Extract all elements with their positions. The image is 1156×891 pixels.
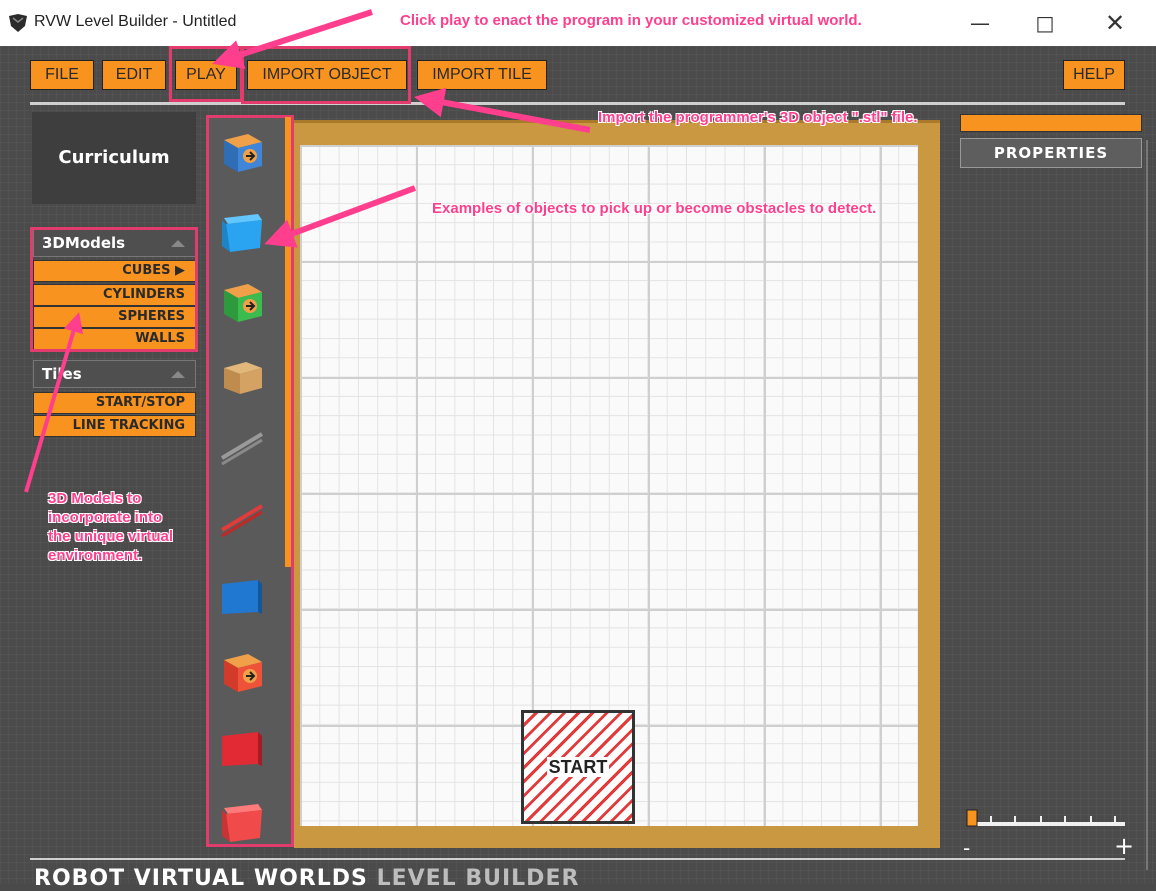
tiles-item-start-stop[interactable]: START/STOP xyxy=(33,392,196,414)
import-highlight-box xyxy=(241,46,411,104)
right-divider xyxy=(1146,140,1148,870)
play-highlight-box xyxy=(169,46,243,102)
import-tile-button[interactable]: IMPORT TILE xyxy=(417,60,547,90)
toolbar-divider xyxy=(30,102,1125,105)
brand-subtitle: LEVEL BUILDER xyxy=(376,866,580,891)
minimize-button[interactable]: — xyxy=(955,6,1005,40)
object-palette-scrollbar[interactable] xyxy=(285,117,291,567)
start-tile[interactable]: START xyxy=(521,710,635,824)
tiles-panel-header[interactable]: Tiles xyxy=(33,360,196,388)
rod-icon[interactable] xyxy=(218,494,266,542)
bin-icon[interactable] xyxy=(218,796,266,844)
annotation-play: Click play to enact the program in your … xyxy=(400,12,862,29)
zoom-out-label: - xyxy=(963,836,971,860)
zoom-in-label: + xyxy=(1114,832,1135,860)
help-button[interactable]: HELP xyxy=(1063,60,1125,90)
app-logo-icon xyxy=(9,14,27,32)
zoom-handle[interactable] xyxy=(966,809,978,827)
properties-button[interactable]: PROPERTIES xyxy=(960,138,1142,168)
annotation-models: 3D Models to incorporate into the unique… xyxy=(48,490,174,564)
rod-icon[interactable] xyxy=(218,422,266,470)
close-button[interactable]: ✕ xyxy=(1090,6,1140,40)
tiles-item-line-tracking[interactable]: LINE TRACKING xyxy=(33,415,196,437)
tiles-panel-title: Tiles xyxy=(42,365,82,383)
annotation-examples: Examples of objects to pick up or become… xyxy=(432,200,877,217)
zoom-slider[interactable] xyxy=(965,808,1127,848)
brand-name: ROBOT VIRTUAL WORLDS xyxy=(34,866,368,891)
file-menu-button[interactable]: FILE xyxy=(30,60,94,90)
edit-menu-button[interactable]: EDIT xyxy=(102,60,166,90)
wall-icon[interactable] xyxy=(218,724,266,772)
box-icon[interactable] xyxy=(218,352,266,400)
annotation-import: Import the programmer's 3D object ".stl"… xyxy=(598,109,918,126)
cube-icon[interactable] xyxy=(218,278,266,326)
curriculum-button[interactable]: Curriculum xyxy=(32,112,196,204)
cube-icon[interactable] xyxy=(218,128,266,176)
models-highlight-box xyxy=(30,227,198,352)
wall-icon[interactable] xyxy=(218,572,266,620)
maximize-button[interactable]: □ xyxy=(1020,6,1070,40)
footer-brand: ROBOT VIRTUAL WORLDS LEVEL BUILDER xyxy=(34,866,579,891)
properties-field[interactable] xyxy=(960,114,1142,132)
footer-divider xyxy=(30,858,1125,860)
window-title: RVW Level Builder - Untitled xyxy=(34,13,237,30)
bin-icon[interactable] xyxy=(218,206,266,254)
cube-icon[interactable] xyxy=(218,648,266,696)
collapse-triangle-icon[interactable] xyxy=(171,371,185,378)
start-tile-label: START xyxy=(546,757,610,777)
